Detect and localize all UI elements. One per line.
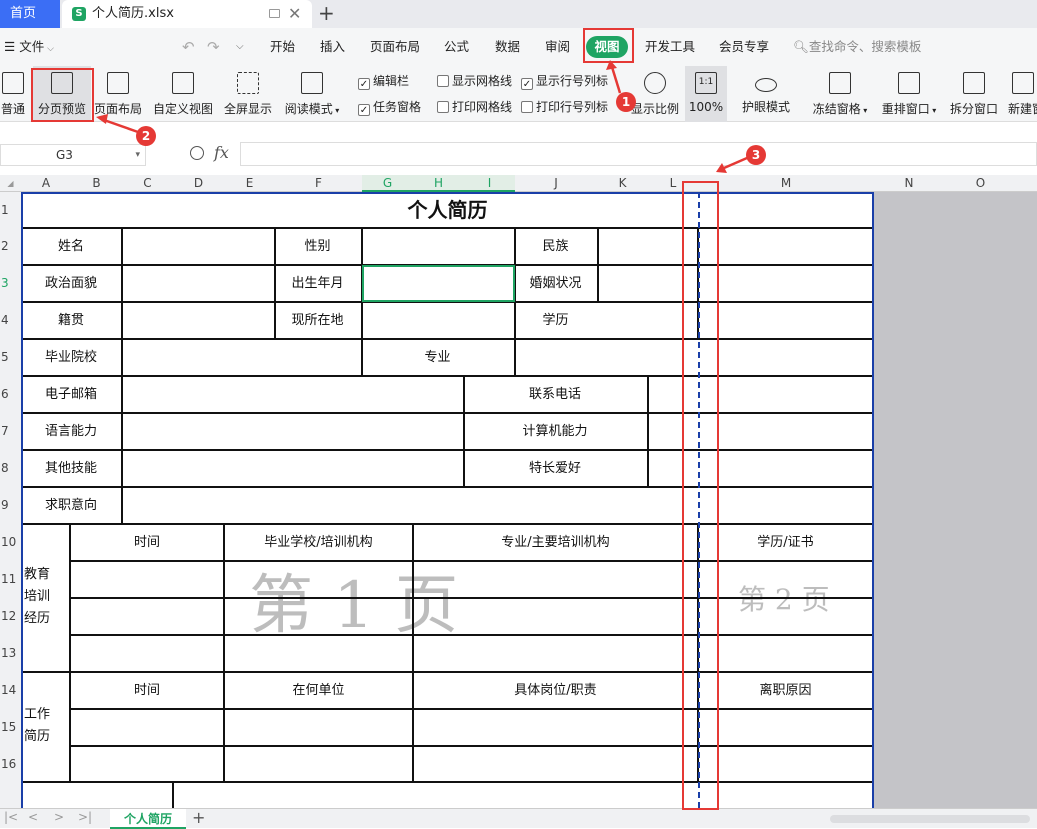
annotation-arrows [96, 60, 748, 173]
step-badge-2: 2 [136, 126, 156, 146]
step-badge-3: 3 [746, 145, 766, 165]
step-badge-1: 1 [616, 92, 636, 112]
